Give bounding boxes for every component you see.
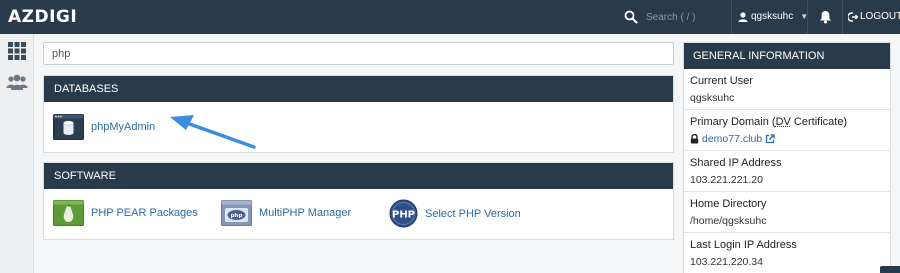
primary-domain-value: demo77.club [690,133,884,145]
software-title: SOFTWARE [44,163,673,189]
current-user-label: Current User [690,75,753,87]
phpmyadmin-icon [53,114,84,140]
pear-icon [53,200,84,226]
divider [731,0,732,34]
shared-ip-row: Shared IP Address 103.221.221.20 [684,151,890,192]
username-label: qgsksuhc [751,11,794,22]
databases-title: DATABASES [44,76,673,102]
logout-button[interactable]: LOGOUT [848,11,900,22]
php-pear-label: PHP PEAR Packages [91,207,198,219]
shared-ip-label: Shared IP Address [690,157,782,169]
home-directory-label: Home Directory [690,198,767,210]
user-icon [738,11,748,22]
primary-domain-row: Primary Domain (DV Certificate) demo77.c… [684,110,890,151]
phpmyadmin-label: phpMyAdmin [91,121,156,133]
scroll-to-top-tab[interactable] [880,266,900,273]
multiphp-manager-link[interactable]: php MultiPHP Manager [221,200,351,226]
divider [807,0,808,34]
multiphp-manager-label: MultiPHP Manager [259,207,352,219]
search-input[interactable] [646,11,726,23]
top-bar: AZDIGI qgsksuhc ▼ LOGOUT [0,0,900,34]
select-php-version-link[interactable]: PHP Select PHP Version [389,199,521,228]
search-area [624,10,726,24]
general-information-panel: GENERAL INFORMATION Current User qgsksuh… [683,42,891,273]
shared-ip-value: 103.221.221.20 [690,174,763,186]
svg-text:PHP: PHP [392,210,415,221]
phpmyadmin-link[interactable]: phpMyAdmin [53,114,155,140]
home-directory-row: Home Directory /home/qgsksuhc [684,192,890,233]
select-php-version-label: Select PHP Version [425,207,521,220]
primary-domain-link[interactable]: demo77.club [702,133,762,145]
user-menu[interactable]: qgsksuhc ▼ [738,11,808,22]
lock-icon [690,134,699,144]
sidebar [0,34,34,273]
last-login-label: Last Login IP Address [690,239,797,251]
users-icon[interactable] [6,72,28,94]
current-user-value: qgsksuhc [690,92,735,104]
current-user-row: Current User qgsksuhc [684,69,890,110]
svg-text:php: php [231,213,243,219]
brand-logo[interactable]: AZDIGI [8,7,77,27]
php-version-icon: PHP [389,199,418,228]
multiphp-icon: php [221,200,252,226]
logout-label: LOGOUT [860,11,900,22]
external-link-icon[interactable] [765,134,775,144]
databases-panel: DATABASES phpMyAdmin [43,75,674,153]
primary-domain-label: Primary Domain (DV Certificate) [690,116,848,128]
dv-abbr: DV [775,116,791,128]
general-information-title: GENERAL INFORMATION [684,43,890,69]
grid-icon[interactable] [6,40,28,62]
home-directory-value: /home/qgsksuhc [690,215,767,227]
software-panel: SOFTWARE PHP PEAR Packages php MultiPHP … [43,162,674,240]
tools-filter-input[interactable] [43,42,674,65]
last-login-value: 103.221.220.34 [690,256,763,268]
logout-icon [848,11,858,22]
search-icon[interactable] [624,10,638,24]
arrow-icon [170,115,256,149]
php-pear-link[interactable]: PHP PEAR Packages [53,200,198,226]
bell-icon[interactable] [819,10,832,24]
last-login-row: Last Login IP Address 103.221.220.34 [684,233,890,273]
divider [842,0,843,34]
